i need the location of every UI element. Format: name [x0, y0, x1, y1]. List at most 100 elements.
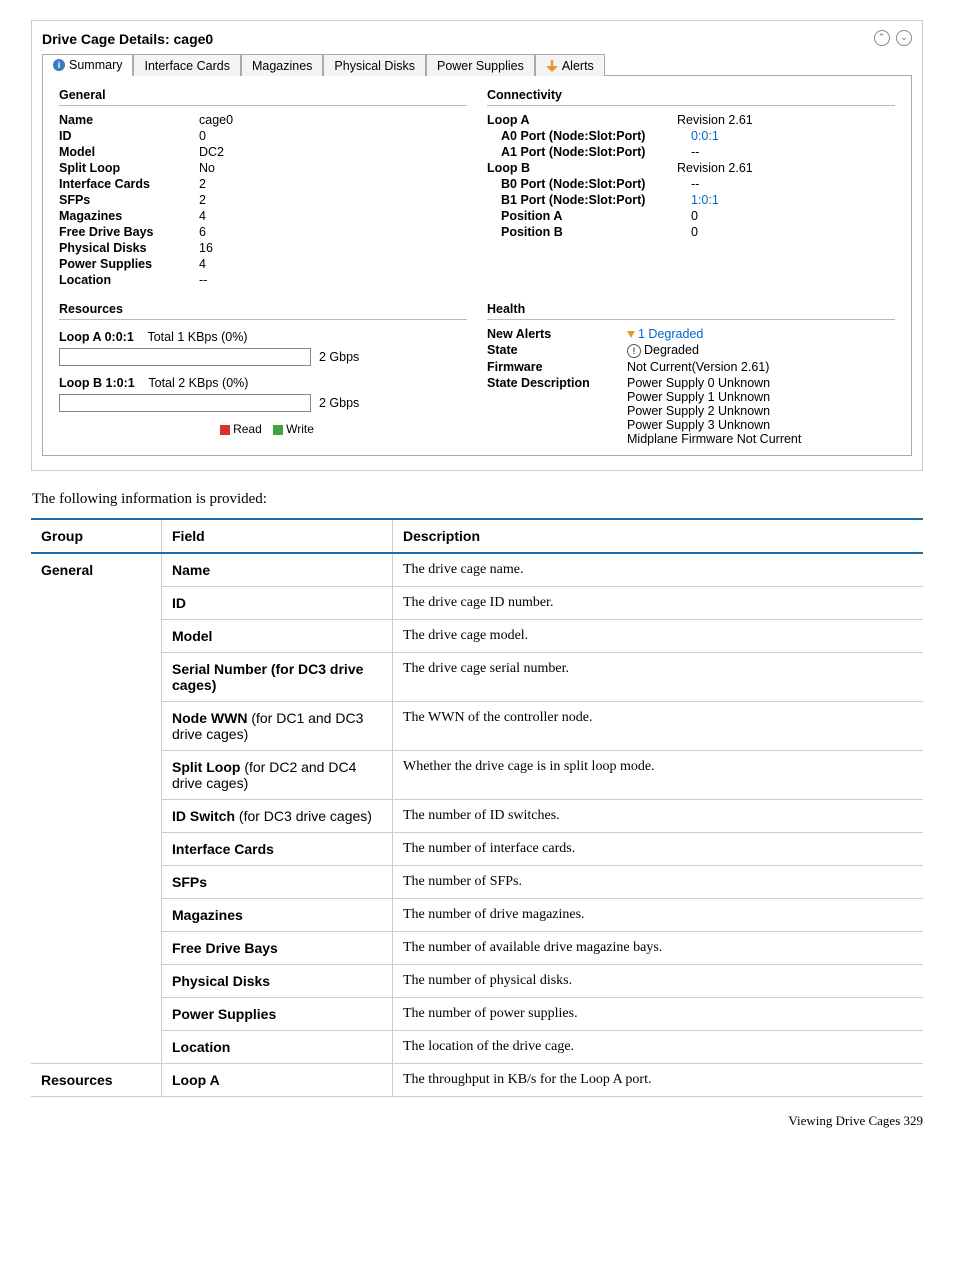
tab-interface-cards[interactable]: Interface Cards	[133, 54, 240, 76]
label-fw: Firmware	[487, 360, 627, 374]
table-row: ID Switch (for DC3 drive cages)The numbe…	[31, 799, 923, 832]
general-head: General	[59, 88, 467, 106]
th-group: Group	[31, 519, 162, 553]
value-ifcards: 2	[199, 177, 467, 191]
resources-head: Resources	[59, 302, 467, 320]
cell-field: Node WWN (for DC1 and DC3 drive cages)	[162, 701, 393, 750]
tab-physical-disks[interactable]: Physical Disks	[323, 54, 426, 76]
label-sd: State Description	[487, 376, 627, 446]
table-row: LocationThe location of the drive cage.	[31, 1030, 923, 1063]
collapse-icon[interactable]: ⌃	[874, 30, 890, 46]
tab-content: General Namecage0 ID0 ModelDC2 Split Loo…	[42, 76, 912, 456]
th-desc: Description	[393, 519, 924, 553]
panel-controls: ⌃ ⌄	[872, 27, 912, 46]
table-row: Split Loop (for DC2 and DC4 drive cages)…	[31, 750, 923, 799]
label-fdb: Free Drive Bays	[59, 225, 199, 239]
loopb-cap: 2 Gbps	[319, 396, 359, 410]
value-sfps: 2	[199, 193, 467, 207]
cell-desc: Whether the drive cage is in split loop …	[393, 750, 924, 799]
cell-desc: The drive cage name.	[393, 553, 924, 587]
connectivity-column: Connectivity Loop ARevision 2.61 A0 Port…	[487, 88, 895, 288]
tab-summary[interactable]: i Summary	[42, 54, 133, 76]
table-row: SFPsThe number of SFPs.	[31, 865, 923, 898]
cell-field: Magazines	[162, 898, 393, 931]
th-field: Field	[162, 519, 393, 553]
cell-desc: The throughput in KB/s for the Loop A po…	[393, 1063, 924, 1096]
table-row: Node WWN (for DC1 and DC3 drive cages)Th…	[31, 701, 923, 750]
health-col: Health New Alerts 1 Degraded State !Degr…	[487, 302, 895, 447]
cell-desc: The location of the drive cage.	[393, 1030, 924, 1063]
tab-summary-label: Summary	[69, 58, 122, 72]
value-a0[interactable]: 0:0:1	[691, 129, 895, 143]
degraded-status-icon: !	[627, 344, 641, 358]
cell-desc: The number of power supplies.	[393, 997, 924, 1030]
label-a0: A0 Port (Node:Slot:Port)	[487, 129, 691, 143]
cell-desc: The drive cage model.	[393, 619, 924, 652]
label-a1: A1 Port (Node:Slot:Port)	[487, 145, 691, 159]
table-row: Physical DisksThe number of physical dis…	[31, 964, 923, 997]
label-posa: Position A	[487, 209, 691, 223]
cell-desc: The number of drive magazines.	[393, 898, 924, 931]
value-model: DC2	[199, 145, 467, 159]
value-new-alerts[interactable]: 1 Degraded	[627, 327, 703, 341]
value-fw: Not Current(Version 2.61)	[627, 360, 769, 374]
cell-desc: The WWN of the controller node.	[393, 701, 924, 750]
table-row: General Name The drive cage name.	[31, 553, 923, 587]
loopa-cap: 2 Gbps	[319, 350, 359, 364]
cell-field: Serial Number (for DC3 drive cages)	[162, 652, 393, 701]
loopa-label: Loop A 0:0:1	[59, 330, 134, 344]
value-psup: 4	[199, 257, 467, 271]
expand-icon[interactable]: ⌄	[896, 30, 912, 46]
cell-field: Split Loop (for DC2 and DC4 drive cages)	[162, 750, 393, 799]
cell-field: Free Drive Bays	[162, 931, 393, 964]
value-id: 0	[199, 129, 467, 143]
value-a1: --	[691, 145, 895, 159]
tab-magazines[interactable]: Magazines	[241, 54, 323, 76]
cell-desc: The number of SFPs.	[393, 865, 924, 898]
table-row: IDThe drive cage ID number.	[31, 586, 923, 619]
value-state: !Degraded	[627, 343, 699, 358]
value-fdb: 6	[199, 225, 467, 239]
value-loopb-rev: Revision 2.61	[677, 161, 895, 175]
panel-title: Drive Cage Details: cage0	[42, 27, 912, 53]
cell-field: Interface Cards	[162, 832, 393, 865]
tab-power-supplies[interactable]: Power Supplies	[426, 54, 535, 76]
label-sfps: SFPs	[59, 193, 199, 207]
field-description-table: Group Field Description General Name The…	[31, 518, 923, 1097]
alert-icon	[546, 60, 558, 72]
value-loc: --	[199, 273, 467, 287]
table-row: Resources Loop A The throughput in KB/s …	[31, 1063, 923, 1096]
cell-field: Location	[162, 1030, 393, 1063]
value-pdisks: 16	[199, 241, 467, 255]
conn-head: Connectivity	[487, 88, 895, 106]
drive-cage-panel: ⌃ ⌄ Drive Cage Details: cage0 i Summary …	[31, 20, 923, 471]
label-mags: Magazines	[59, 209, 199, 223]
tab-alerts[interactable]: Alerts	[535, 54, 605, 76]
value-splitloop: No	[199, 161, 467, 175]
cell-group-resources: Resources	[31, 1063, 162, 1096]
cell-desc: The drive cage serial number.	[393, 652, 924, 701]
value-b0: --	[691, 177, 895, 191]
label-psup: Power Supplies	[59, 257, 199, 271]
table-row: Power SuppliesThe number of power suppli…	[31, 997, 923, 1030]
info-icon: i	[53, 59, 65, 71]
value-b1[interactable]: 1:0:1	[691, 193, 895, 207]
rw-legend: Read Write	[59, 422, 467, 436]
loopb-label: Loop B 1:0:1	[59, 376, 135, 390]
degraded-arrow-icon	[627, 331, 635, 338]
label-state: State	[487, 343, 627, 358]
value-mags: 4	[199, 209, 467, 223]
label-ifcards: Interface Cards	[59, 177, 199, 191]
cell-field: Model	[162, 619, 393, 652]
label-id: ID	[59, 129, 199, 143]
label-new-alerts: New Alerts	[487, 327, 627, 341]
cell-field: ID	[162, 586, 393, 619]
page-footer: Viewing Drive Cages 329	[31, 1113, 923, 1129]
value-posa: 0	[691, 209, 895, 223]
table-row: ModelThe drive cage model.	[31, 619, 923, 652]
cell-group-general: General	[31, 553, 162, 1064]
cell-field: ID Switch (for DC3 drive cages)	[162, 799, 393, 832]
cell-desc: The number of interface cards.	[393, 832, 924, 865]
cell-field: SFPs	[162, 865, 393, 898]
table-row: MagazinesThe number of drive magazines.	[31, 898, 923, 931]
